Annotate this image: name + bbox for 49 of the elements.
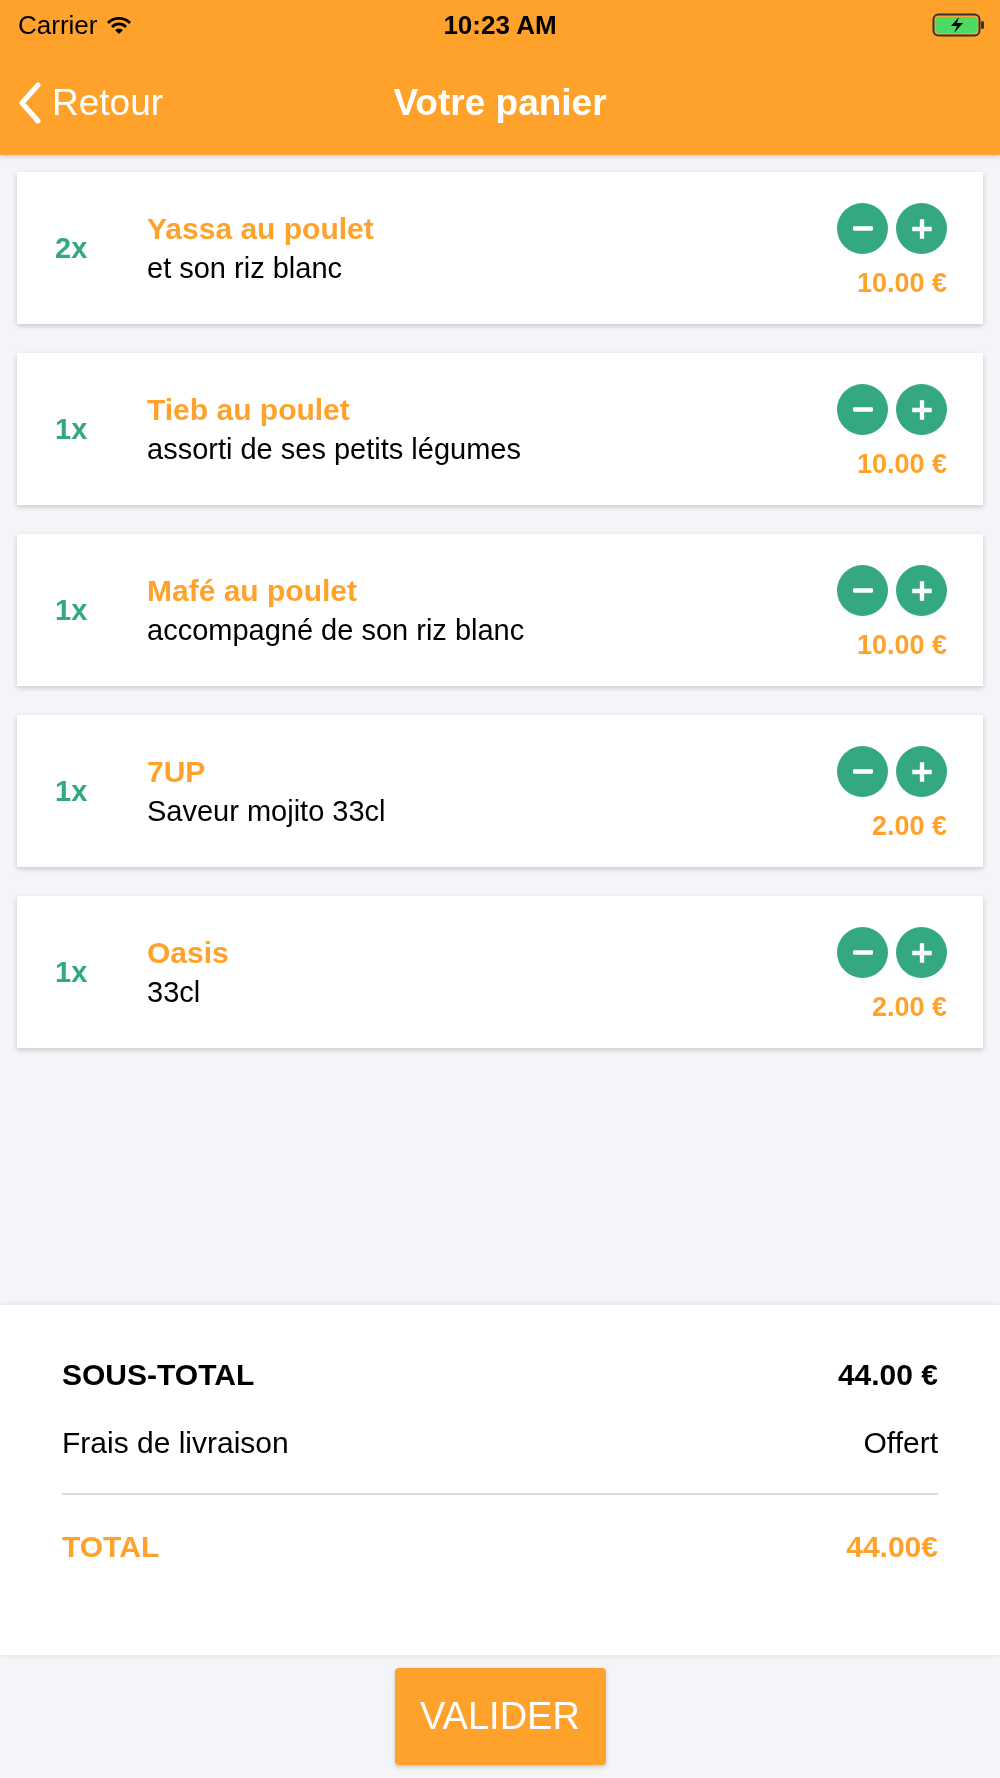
minus-icon: [852, 588, 873, 593]
minus-icon: [852, 407, 873, 412]
chevron-left-icon: [18, 81, 42, 124]
item-name: Oasis: [147, 935, 230, 970]
decrease-button[interactable]: [837, 927, 888, 978]
item-price: 2.00 €: [871, 992, 947, 1023]
item-price: 10.00 €: [856, 630, 947, 661]
item-price: 10.00 €: [856, 449, 947, 480]
minus-icon: [852, 769, 873, 774]
subtotal-value: 44.00 €: [837, 1358, 938, 1392]
increase-button[interactable]: [896, 927, 947, 978]
increase-button[interactable]: [896, 384, 947, 435]
minus-icon: [852, 950, 873, 955]
item-quantity: 1x: [55, 593, 89, 627]
item-quantity: 1x: [55, 774, 89, 808]
total-label: TOTAL: [62, 1530, 160, 1564]
increase-button[interactable]: [896, 746, 947, 797]
back-button[interactable]: Retour: [18, 81, 164, 124]
item-description: assorti de ses petits légumes: [147, 432, 522, 466]
status-time: 10:23 AM: [443, 9, 557, 41]
item-name: 7UP: [147, 754, 207, 789]
increase-button[interactable]: [896, 203, 947, 254]
item-description: 33cl: [147, 975, 202, 1009]
subtotal-label: SOUS-TOTAL: [62, 1358, 255, 1392]
validate-button[interactable]: VALIDER: [394, 1668, 606, 1765]
battery-icon: [932, 12, 986, 38]
item-name: Mafé au poulet: [147, 573, 358, 608]
delivery-value: Offert: [863, 1426, 938, 1460]
delivery-label: Frais de livraison: [62, 1426, 289, 1460]
item-name: Tieb au poulet: [147, 392, 351, 427]
item-name: Yassa au poulet: [147, 211, 375, 246]
decrease-button[interactable]: [837, 203, 888, 254]
decrease-button[interactable]: [837, 746, 888, 797]
total-value: 44.00€: [846, 1530, 938, 1564]
item-description: Saveur mojito 33cl: [147, 794, 387, 828]
increase-button[interactable]: [896, 565, 947, 616]
page-title: Votre panier: [393, 81, 607, 124]
wifi-icon: [105, 14, 134, 36]
item-description: accompagné de son riz blanc: [147, 613, 526, 647]
item-price: 10.00 €: [856, 268, 947, 299]
item-quantity: 1x: [55, 955, 89, 989]
item-price: 2.00 €: [871, 811, 947, 842]
carrier-label: Carrier: [18, 9, 134, 41]
item-quantity: 2x: [55, 231, 89, 265]
decrease-button[interactable]: [837, 565, 888, 616]
item-description: et son riz blanc: [147, 251, 344, 285]
minus-icon: [852, 226, 873, 231]
item-quantity: 1x: [55, 412, 89, 446]
decrease-button[interactable]: [837, 384, 888, 435]
